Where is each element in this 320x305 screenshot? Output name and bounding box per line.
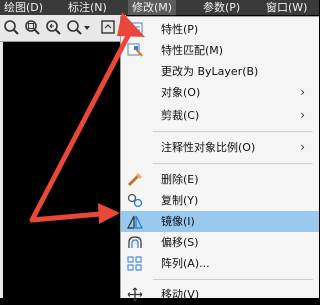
- menu-separator: [153, 131, 313, 132]
- menu-separator: [153, 279, 313, 280]
- dropdown-icon: [84, 26, 90, 30]
- menu-item-label: 移动(V): [161, 288, 200, 301]
- match-properties-icon: [127, 43, 143, 58]
- menu-item-mirror[interactable]: 镜像(I): [121, 211, 319, 232]
- menu-item-change-to-bylayer[interactable]: 更改为 ByLayer(B): [121, 61, 319, 82]
- menu-item-clip[interactable]: 剪裁(C) ›: [121, 105, 319, 126]
- menu-dimension[interactable]: 标注(N): [64, 0, 111, 15]
- mirror-icon: [127, 214, 143, 229]
- menu-item-label: 更改为 ByLayer(B): [161, 65, 259, 78]
- menu-item-label: 复制(Y): [161, 194, 199, 207]
- menu-item-label: 特性匹配(M): [161, 44, 224, 57]
- submenu-arrow-icon: ›: [300, 85, 305, 99]
- menu-item-erase[interactable]: 删除(E): [121, 169, 319, 190]
- zoom-realtime-icon[interactable]: [3, 19, 19, 36]
- menu-item-label: 删除(E): [161, 173, 199, 186]
- properties-icon: [127, 22, 143, 37]
- menu-item-label: 镜像(I): [161, 215, 195, 228]
- toolbar: [0, 15, 126, 42]
- menu-item-array[interactable]: 阵列(A)...: [121, 253, 319, 274]
- toolbar-extra-icon[interactable]: [100, 19, 118, 36]
- menu-bar: 绘图(D) 标注(N) 修改(M) 参数(P) 窗口(W): [0, 0, 319, 15]
- menu-item-copy[interactable]: 复制(Y): [121, 190, 319, 211]
- menu-item-label: 偏移(S): [161, 236, 199, 249]
- menu-item-label: 注释性对象比例(O): [161, 141, 256, 154]
- array-icon: [127, 256, 143, 271]
- menu-separator: [153, 163, 313, 164]
- zoom-window-icon[interactable]: [24, 19, 40, 36]
- menu-item-offset[interactable]: 偏移(S): [121, 232, 319, 253]
- offset-icon: [127, 235, 143, 250]
- submenu-arrow-icon: ›: [300, 140, 305, 154]
- menu-window[interactable]: 窗口(W): [262, 0, 311, 15]
- submenu-arrow-icon: ›: [300, 108, 305, 122]
- menu-item-annotative-scale[interactable]: 注释性对象比例(O) ›: [121, 137, 319, 158]
- modify-dropdown-menu: 特性(P) 特性匹配(M) 更改为 ByLayer(B) 对象(O) › 剪裁(…: [120, 16, 319, 302]
- menu-draw[interactable]: 绘图(D): [0, 0, 47, 15]
- menu-item-label: 剪裁(C): [161, 109, 200, 122]
- menu-item-label: 特性(P): [161, 23, 199, 36]
- zoom-previous-icon[interactable]: [45, 19, 61, 36]
- menu-modify[interactable]: 修改(M): [128, 0, 177, 15]
- move-icon: [127, 287, 143, 302]
- copy-icon: [127, 193, 143, 208]
- menu-item-object[interactable]: 对象(O) ›: [121, 82, 319, 103]
- menu-item-label: 对象(O): [161, 86, 201, 99]
- erase-icon: [127, 172, 143, 187]
- menu-item-properties[interactable]: 特性(P): [121, 19, 319, 40]
- menu-item-match-properties[interactable]: 特性匹配(M): [121, 40, 319, 61]
- canvas-border: [0, 42, 3, 298]
- menu-parametric[interactable]: 参数(P): [199, 0, 244, 15]
- zoom-dropdown[interactable]: [66, 19, 92, 36]
- menu-item-label: 阵列(A)...: [161, 257, 210, 270]
- menu-item-move[interactable]: 移动(V): [121, 284, 319, 305]
- drawing-canvas[interactable]: [0, 42, 126, 298]
